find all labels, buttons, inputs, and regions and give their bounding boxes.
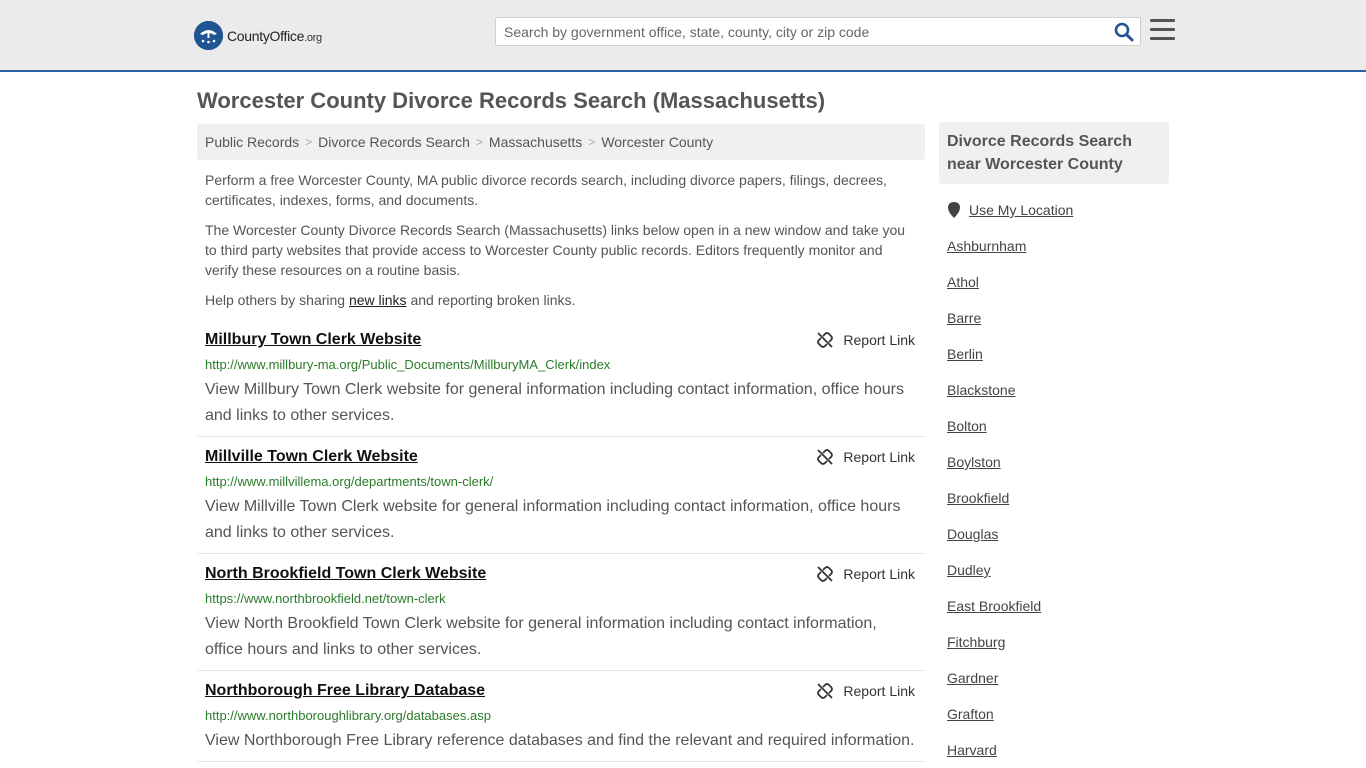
broken-link-icon — [817, 332, 834, 348]
logo-text-org: .org — [304, 31, 322, 44]
result-item: Northborough Free Library Database Repor… — [197, 682, 925, 762]
report-link-button[interactable]: Report Link — [817, 683, 915, 699]
result-item: Millville Town Clerk Website Report Link… — [197, 448, 925, 554]
map-pin-icon — [948, 202, 960, 218]
sidebar-town-link[interactable]: Dudley — [947, 562, 991, 578]
result-url[interactable]: http://www.northboroughlibrary.org/datab… — [205, 708, 491, 723]
breadcrumb-item-worcester-county[interactable]: Worcester County — [601, 134, 713, 150]
intro-paragraph-2: The Worcester County Divorce Records Sea… — [205, 222, 906, 278]
hamburger-menu-icon[interactable] — [1150, 19, 1175, 41]
result-description: View North Brookfield Town Clerk website… — [205, 615, 877, 658]
sidebar-town-link[interactable]: Grafton — [947, 706, 994, 722]
breadcrumb-separator: > — [475, 135, 483, 149]
sidebar-town-link[interactable]: East Brookfield — [947, 598, 1041, 614]
result-title-link[interactable]: North Brookfield Town Clerk Website — [205, 565, 486, 583]
search-box — [495, 17, 1141, 46]
intro-paragraph-1: Perform a free Worcester County, MA publ… — [205, 172, 887, 208]
sidebar-town-link[interactable]: Douglas — [947, 526, 998, 542]
sidebar-town-link[interactable]: Bolton — [947, 418, 987, 434]
breadcrumb-item-public-records[interactable]: Public Records — [205, 134, 299, 150]
top-bar: CountyOffice.org — [0, 0, 1366, 72]
broken-link-icon — [817, 449, 834, 465]
result-description: View Northborough Free Library reference… — [205, 732, 915, 749]
report-link-label: Report Link — [843, 332, 915, 348]
sidebar-town-link[interactable]: Ashburnham — [947, 238, 1026, 254]
sidebar-heading: Divorce Records Search near Worcester Co… — [939, 122, 1169, 184]
use-my-location-link[interactable]: Use My Location — [948, 202, 1073, 218]
page-title: Worcester County Divorce Records Search … — [197, 88, 826, 113]
intro-text: Help others by sharing — [205, 292, 349, 308]
sidebar-town-link[interactable]: Brookfield — [947, 490, 1009, 506]
sidebar-town-link[interactable]: Athol — [947, 274, 979, 290]
logo-text-main: CountyOffice — [227, 27, 305, 44]
result-url[interactable]: http://www.millbury-ma.org/Public_Docume… — [205, 357, 610, 372]
sidebar-town-link[interactable]: Blackstone — [947, 382, 1015, 398]
sidebar-town-link[interactable]: Harvard — [947, 742, 997, 758]
logo-text: CountyOffice.org — [227, 28, 322, 44]
search-input[interactable] — [496, 18, 1096, 45]
result-item: North Brookfield Town Clerk Website Repo… — [197, 565, 925, 671]
logo-seal-icon — [194, 21, 223, 50]
sidebar-town-link[interactable]: Boylston — [947, 454, 1001, 470]
sidebar-town-link[interactable]: Berlin — [947, 346, 983, 362]
result-title-link[interactable]: Millville Town Clerk Website — [205, 448, 418, 466]
result-item: Millbury Town Clerk Website Report Link … — [197, 331, 925, 437]
breadcrumb-separator: > — [588, 135, 596, 149]
new-links-link[interactable]: new links — [349, 292, 407, 308]
result-url[interactable]: https://www.northbrookfield.net/town-cle… — [205, 591, 446, 606]
result-title-link[interactable]: Millbury Town Clerk Website — [205, 331, 421, 349]
intro-paragraph-3: Help others by sharing new links and rep… — [205, 290, 915, 310]
result-title-link[interactable]: Northborough Free Library Database — [205, 682, 485, 700]
report-link-label: Report Link — [843, 683, 915, 699]
site-logo[interactable]: CountyOffice.org — [194, 21, 322, 50]
broken-link-icon — [817, 683, 834, 699]
use-my-location-label: Use My Location — [969, 202, 1074, 218]
sidebar-town-link[interactable]: Barre — [947, 310, 981, 326]
result-description: View Millville Town Clerk website for ge… — [205, 498, 901, 541]
report-link-button[interactable]: Report Link — [817, 332, 915, 348]
breadcrumb-separator: > — [305, 135, 313, 149]
result-url[interactable]: http://www.millvillema.org/departments/t… — [205, 474, 493, 489]
report-link-button[interactable]: Report Link — [817, 566, 915, 582]
report-link-label: Report Link — [843, 566, 915, 582]
search-icon[interactable] — [1114, 22, 1134, 42]
sidebar-town-link[interactable]: Fitchburg — [947, 634, 1005, 650]
sidebar-town-link[interactable]: Gardner — [947, 670, 998, 686]
result-description: View Millbury Town Clerk website for gen… — [205, 381, 905, 424]
breadcrumb: Public Records > Divorce Records Search … — [197, 124, 925, 160]
intro-text: and reporting broken links. — [406, 292, 576, 308]
report-link-button[interactable]: Report Link — [817, 449, 915, 465]
breadcrumb-item-divorce-records-search[interactable]: Divorce Records Search — [318, 134, 470, 150]
broken-link-icon — [817, 566, 834, 582]
breadcrumb-item-massachusetts[interactable]: Massachusetts — [489, 134, 582, 150]
report-link-label: Report Link — [843, 449, 915, 465]
